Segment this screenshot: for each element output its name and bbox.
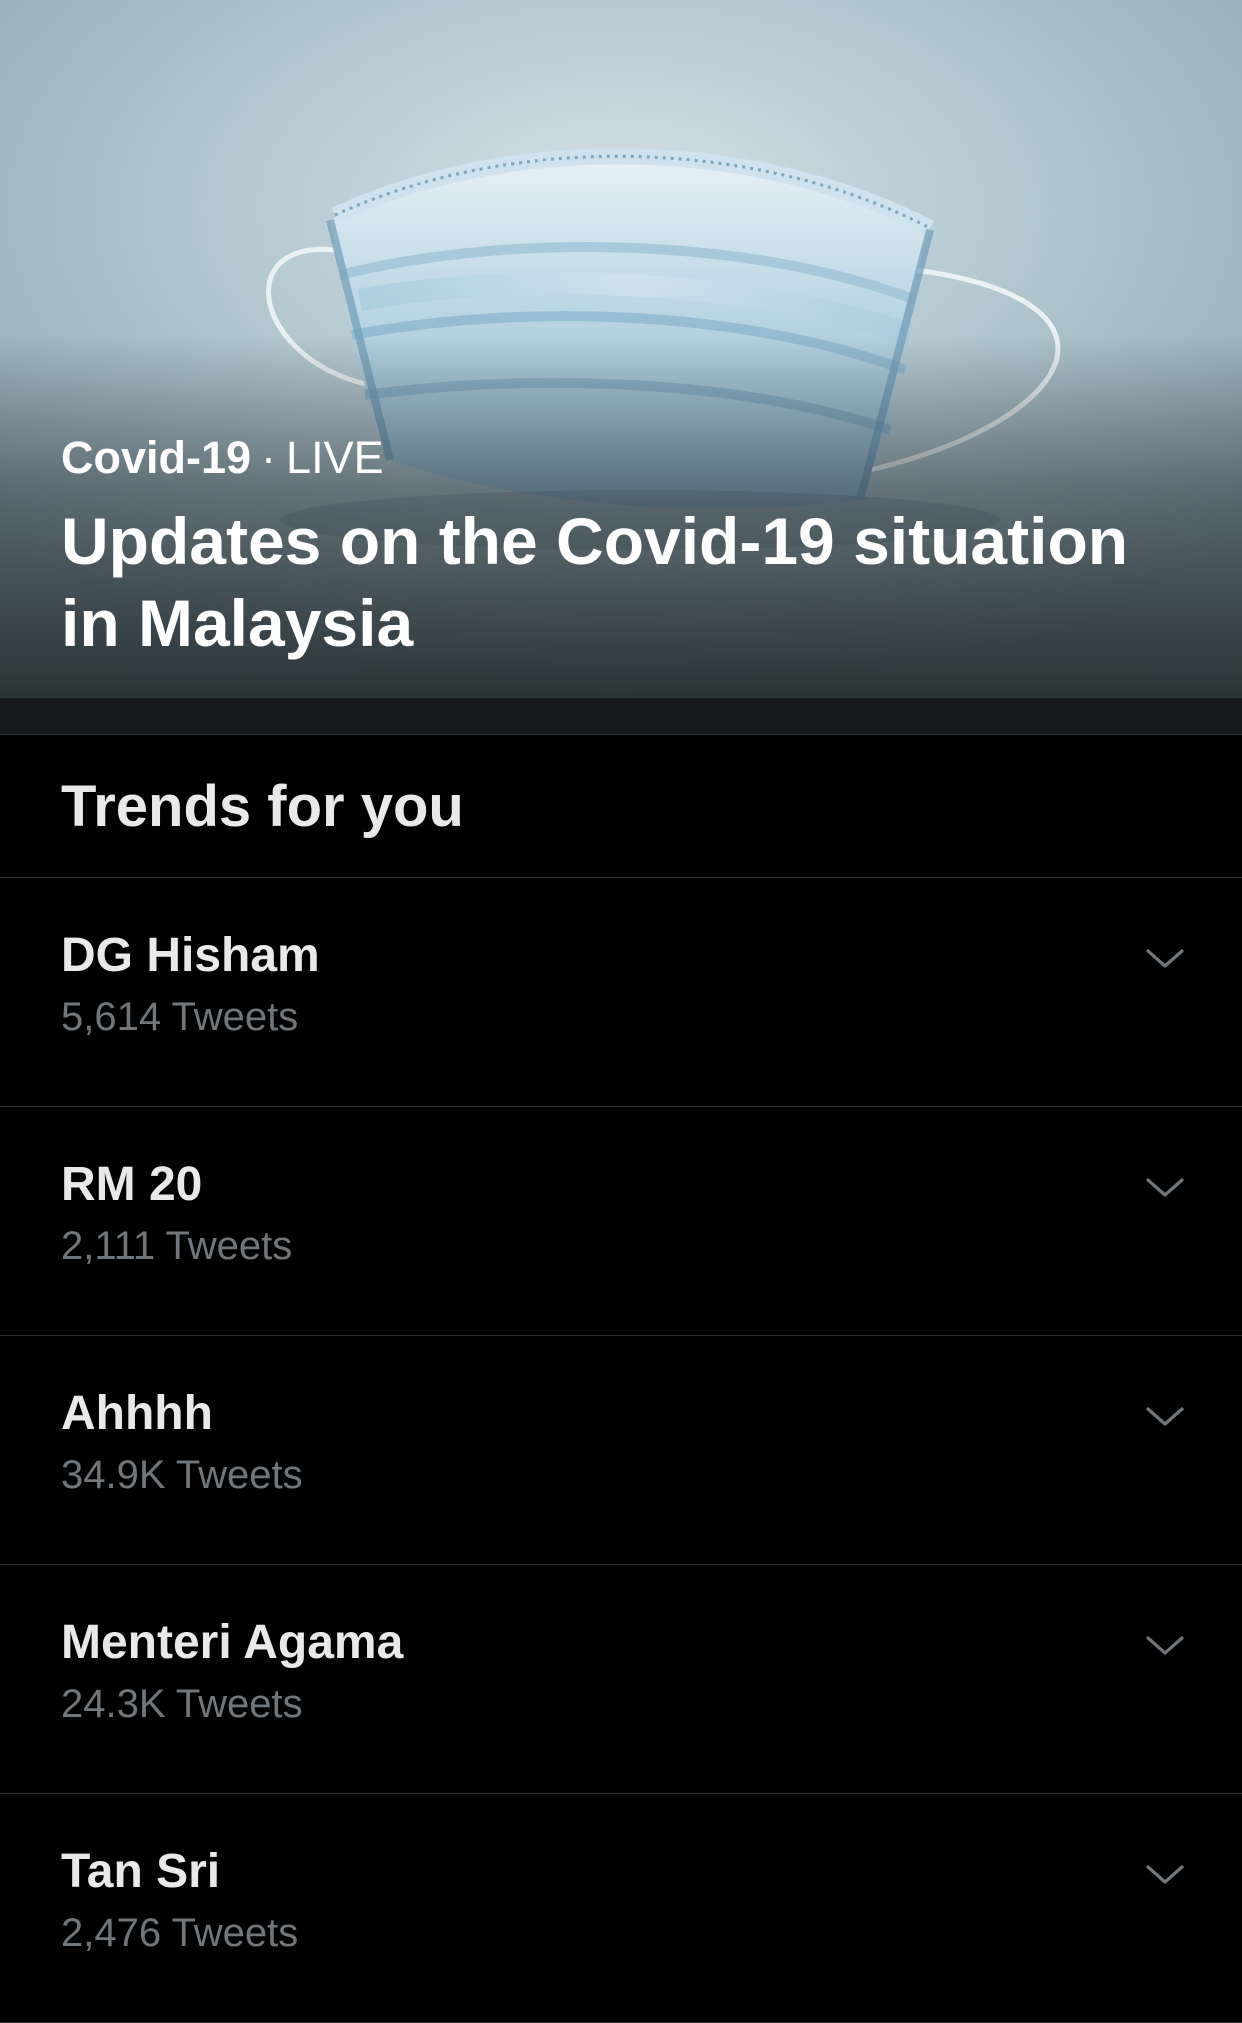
chevron-down-icon[interactable] <box>1140 1621 1190 1671</box>
trend-item[interactable]: Tan Sri 2,476 Tweets <box>0 1794 1242 2023</box>
chevron-down-icon[interactable] <box>1140 934 1190 984</box>
trend-item[interactable]: RM 20 2,111 Tweets <box>0 1107 1242 1336</box>
event-hero-card[interactable]: Covid-19 · LIVE Updates on the Covid-19 si… <box>0 0 1242 698</box>
trend-name: RM 20 <box>61 1158 203 1211</box>
trend-tweet-count: 24.3K Tweets <box>61 1682 303 1726</box>
event-meta-separator: · <box>261 432 277 483</box>
event-topic: Covid-19 <box>61 432 252 483</box>
trend-item[interactable]: Ahhhh 34.9K Tweets <box>0 1336 1242 1565</box>
trend-name: DG Hisham <box>61 929 320 982</box>
trend-item[interactable]: DG Hisham 5,614 Tweets <box>0 878 1242 1107</box>
trend-tweet-count: 2,476 Tweets <box>61 1911 299 1955</box>
trend-item[interactable]: Menteri Agama 24.3K Tweets <box>0 1565 1242 1794</box>
section-divider-band <box>0 698 1242 735</box>
trend-name: Menteri Agama <box>61 1616 404 1669</box>
event-meta: Covid-19 · LIVE <box>61 430 384 486</box>
trends-section-header: Trends for you <box>0 735 1242 878</box>
chevron-down-icon[interactable] <box>1140 1163 1190 1213</box>
trend-tweet-count: 34.9K Tweets <box>61 1453 303 1497</box>
trend-name: Tan Sri <box>61 1845 221 1898</box>
event-live-status: LIVE <box>286 432 384 483</box>
trend-tweet-count: 2,111 Tweets <box>61 1224 293 1268</box>
trend-list: DG Hisham 5,614 Tweets RM 20 2,111 Tweet… <box>0 878 1242 2023</box>
trend-tweet-count: 5,614 Tweets <box>61 995 299 1039</box>
chevron-down-icon[interactable] <box>1140 1850 1190 1900</box>
trend-name: Ahhhh <box>61 1387 213 1440</box>
trends-title: Trends for you <box>61 774 464 839</box>
chevron-down-icon[interactable] <box>1140 1392 1190 1442</box>
event-title[interactable]: Updates on the Covid-19 situation in Mal… <box>61 500 1161 664</box>
